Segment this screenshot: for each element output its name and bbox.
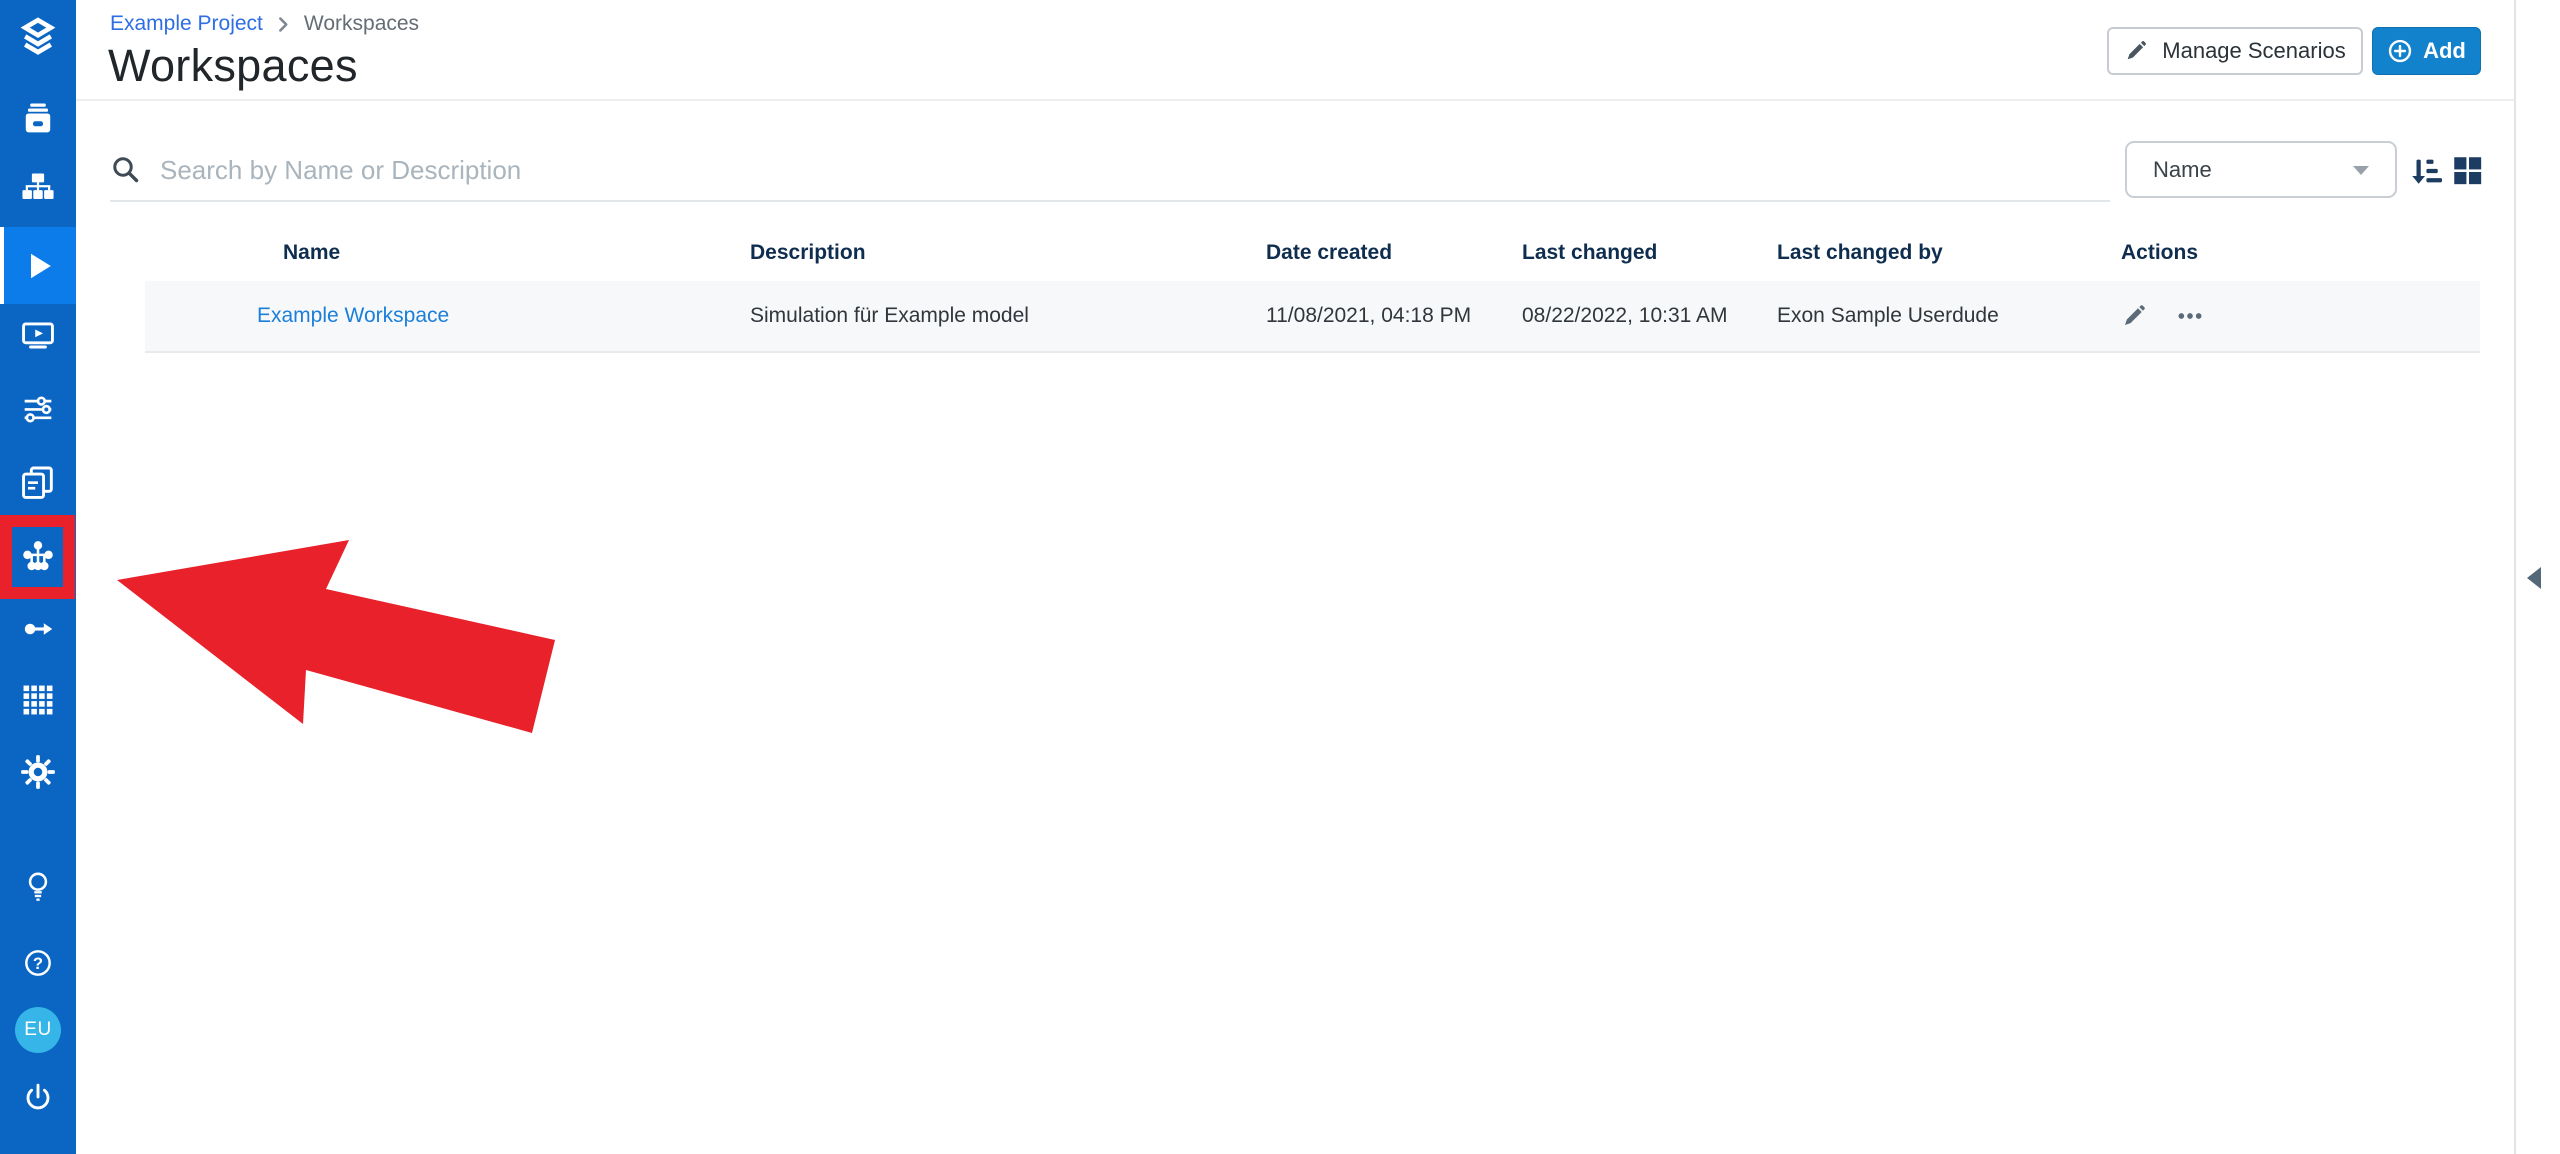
search-input[interactable] (160, 155, 2110, 186)
user-avatar[interactable]: EU (13, 1005, 63, 1055)
manage-scenarios-button[interactable]: Manage Scenarios (2107, 27, 2363, 75)
sidebar-item-parameters[interactable] (13, 385, 63, 435)
add-button[interactable]: Add (2372, 27, 2481, 75)
network-icon (19, 538, 57, 576)
column-header-last-changed-by: Last changed by (1777, 241, 2121, 265)
column-header-name: Name (145, 241, 750, 265)
sidebar-item-video-player[interactable] (13, 310, 63, 360)
breadcrumb-project-link[interactable]: Example Project (110, 12, 263, 36)
plus-circle-icon (2387, 38, 2413, 64)
workspace-description: Simulation für Example model (750, 304, 1266, 328)
gear-icon (18, 752, 58, 792)
edit-workspace-button[interactable] (2121, 303, 2147, 329)
breadcrumb-current: Workspaces (304, 12, 419, 36)
row-actions (2121, 303, 2480, 329)
page-title: Workspaces (108, 40, 358, 92)
breadcrumb: Example Project Workspaces (110, 9, 419, 39)
sidebar-item-tips[interactable] (13, 862, 63, 912)
table-header-row: Name Description Date created Last chang… (145, 225, 2480, 281)
table-row: Example Workspace Simulation für Example… (145, 281, 2480, 353)
sidebar-item-pages[interactable] (13, 458, 63, 508)
column-header-actions: Actions (2121, 241, 2480, 265)
workspaces-table: Name Description Date created Last chang… (145, 225, 2480, 353)
chevron-down-icon (2349, 158, 2373, 182)
more-actions-button[interactable] (2175, 303, 2205, 329)
avatar: EU (15, 1007, 61, 1053)
add-label: Add (2423, 38, 2466, 64)
sidebar-item-network[interactable] (13, 532, 63, 582)
workspaces-page: ? EU Example Project Workspaces Workspac… (0, 0, 2560, 1154)
sidebar-item-logout[interactable] (13, 1073, 63, 1123)
grid-view-icon (2450, 153, 2484, 187)
sort-by-value: Name (2153, 157, 2349, 183)
help-icon: ? (18, 943, 58, 983)
column-header-date-created: Date created (1266, 241, 1522, 265)
sidebar-item-simulation-active[interactable] (0, 227, 76, 304)
archive-icon (18, 99, 58, 139)
transition-arrow-icon (19, 610, 57, 648)
manage-scenarios-label: Manage Scenarios (2162, 38, 2345, 64)
pencil-icon (2121, 303, 2147, 329)
lightbulb-icon (19, 868, 57, 906)
collapse-panel-arrow-icon[interactable] (2527, 567, 2541, 589)
sort-direction-button[interactable] (2406, 152, 2444, 190)
sidebar-item-tables[interactable] (13, 675, 63, 725)
svg-text:?: ? (33, 954, 43, 973)
workspace-date-created: 11/08/2021, 04:18 PM (1266, 304, 1522, 328)
red-annotation-arrow (60, 480, 660, 760)
column-header-last-changed: Last changed (1522, 241, 1777, 265)
grid-icon (18, 680, 58, 720)
sort-amount-icon (2408, 154, 2442, 188)
search-icon (110, 154, 142, 186)
sidebar: ? EU (0, 0, 76, 1154)
play-icon (17, 245, 59, 287)
workspace-last-changed-by: Exon Sample Userdude (1777, 304, 2121, 328)
search-bar (110, 140, 2110, 202)
column-header-description: Description (750, 241, 1266, 265)
org-chart-icon (18, 169, 58, 209)
video-player-icon (18, 315, 58, 355)
header-divider (76, 99, 2514, 101)
sidebar-item-settings[interactable] (13, 747, 63, 797)
pages-icon (18, 463, 58, 503)
sidebar-item-transitions[interactable] (13, 604, 63, 654)
avatar-initials: EU (24, 1019, 51, 1041)
workspace-name-link[interactable]: Example Workspace (257, 304, 449, 327)
power-icon (18, 1078, 58, 1118)
workspace-last-changed: 08/22/2022, 10:31 AM (1522, 304, 1777, 328)
sidebar-item-help[interactable]: ? (13, 938, 63, 988)
right-panel-divider (2514, 0, 2516, 1154)
chevron-right-icon (274, 15, 293, 34)
sidebar-item-org-chart[interactable] (13, 164, 63, 214)
sort-by-select[interactable]: Name (2125, 141, 2397, 198)
pencil-icon (2124, 39, 2148, 63)
layers-logo-icon (17, 16, 59, 58)
grid-view-button[interactable] (2448, 151, 2486, 189)
app-logo[interactable] (13, 12, 63, 62)
ellipsis-icon (2175, 303, 2205, 329)
sliders-icon (18, 390, 58, 430)
sidebar-item-archive[interactable] (13, 94, 63, 144)
